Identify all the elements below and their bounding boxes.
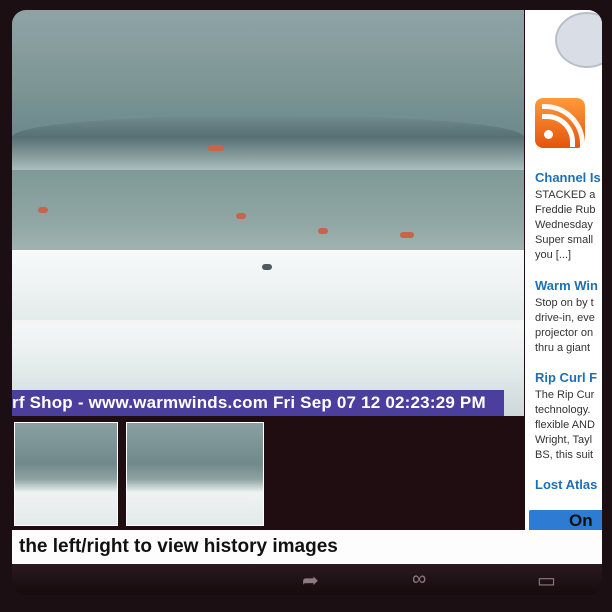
post-title[interactable]: Channel Is [535,170,602,185]
tabs-icon[interactable]: ▭ [537,568,556,593]
photo-frame: rf Shop - www.warmwinds.com Fri Sep 07 1… [0,0,612,612]
sidebar-post[interactable]: Warm Win Stop on by t drive-in, eve proj… [535,278,602,356]
bookmarks-icon[interactable]: ∞ [412,568,426,591]
online-button[interactable]: On [529,510,602,530]
post-excerpt-line: flexible AND [535,419,595,431]
post-excerpt-line: Stop on by t [535,297,594,309]
surfer [236,213,246,219]
sidebar-post[interactable]: Lost Atlas [535,477,602,495]
post-title[interactable]: Rip Curl F [535,370,602,385]
post-excerpt-line: technology. [535,404,591,416]
wave [12,115,524,170]
surf-webcam-image[interactable]: rf Shop - www.warmwinds.com Fri Sep 07 1… [12,10,524,416]
post-excerpt-line: Wright, Tayl [535,434,593,446]
webcam-timestamp-banner: rf Shop - www.warmwinds.com Fri Sep 07 1… [12,390,504,416]
browser-viewport: rf Shop - www.warmwinds.com Fri Sep 07 1… [12,10,602,595]
whitewater [12,250,524,320]
post-excerpt-line: projector on [535,327,594,339]
post-excerpt-line: The Rip Cur [535,389,595,401]
post-excerpt-line: STACKED a [535,189,596,201]
surfer [208,145,224,151]
sidebar-post[interactable]: Channel Is STACKED a Freddie Rub Wednesd… [535,170,602,263]
history-hint-text: the left/right to view history images [12,530,602,564]
post-excerpt-line: thru a giant [535,342,591,354]
sidebar-post[interactable]: Rip Curl F The Rip Cur technology. flexi… [535,370,602,463]
post-excerpt-line: drive-in, eve [535,312,595,324]
surfer [262,264,272,270]
surfer [318,228,328,234]
post-title[interactable]: Lost Atlas [535,477,602,492]
post-excerpt-line: BS, this suit [535,449,594,461]
share-icon[interactable]: ➦ [302,568,319,593]
browser-toolbar: ➦ ∞ ▭ [12,564,602,595]
post-excerpt-line: Freddie Rub [535,204,596,216]
sidebar: Channel Is STACKED a Freddie Rub Wednesd… [525,10,602,530]
post-title[interactable]: Warm Win [535,278,602,293]
rss-icon[interactable] [535,98,585,148]
surfer [38,207,48,213]
surfer [400,232,414,238]
history-thumbnail-2[interactable] [126,422,264,526]
history-thumbnail-1[interactable] [14,422,118,526]
post-excerpt-line: Super small [535,234,594,246]
post-excerpt-line: you [...] [535,249,572,261]
wind-gauge-icon [555,12,602,68]
post-excerpt-line: Wednesday [535,219,593,231]
